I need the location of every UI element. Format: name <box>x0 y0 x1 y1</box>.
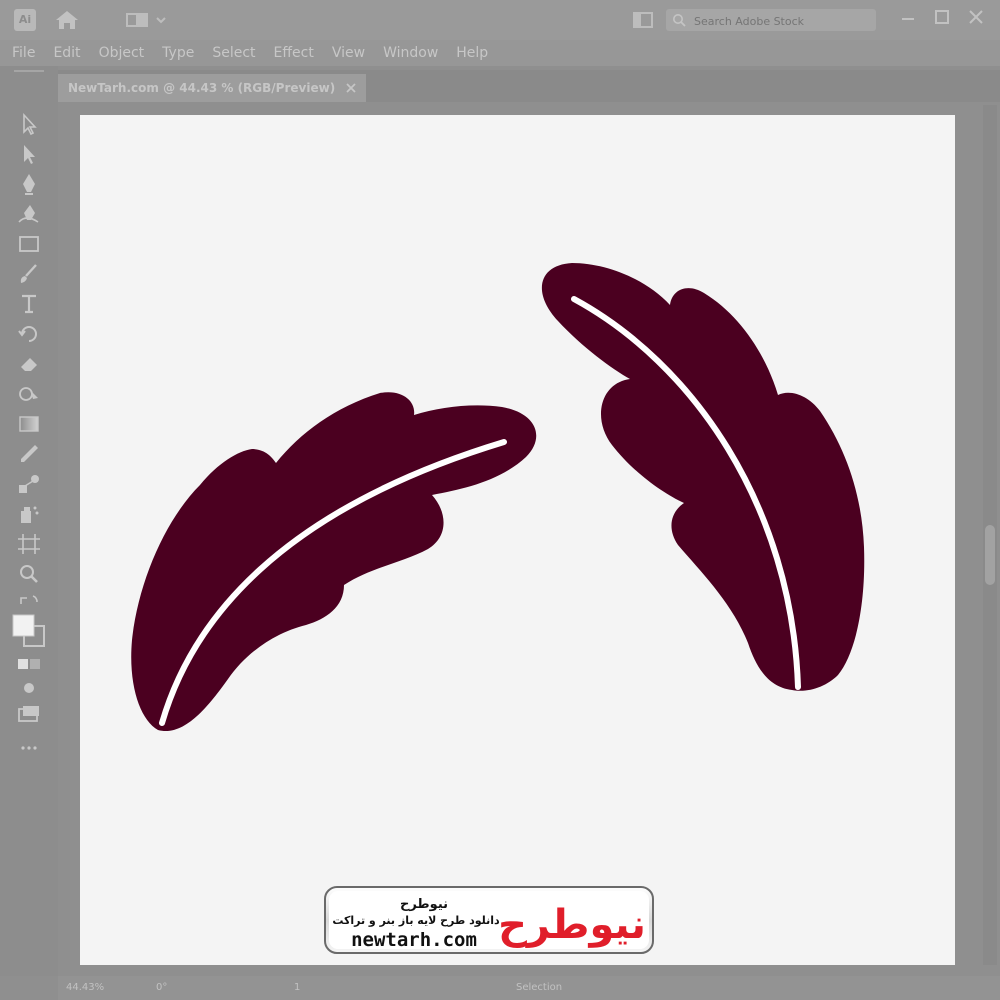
edit-toolbar-icon[interactable] <box>16 736 42 760</box>
watermark-persian-name: نیوطرح <box>400 897 448 912</box>
document-tab-strip: NewTarh.com @ 44.43 % (RGB/Preview) <box>58 70 1000 102</box>
direct-selection-tool-icon[interactable] <box>16 142 42 166</box>
document-tab[interactable]: NewTarh.com @ 44.43 % (RGB/Preview) <box>58 74 366 102</box>
watermark-tagline: دانلود طرح لایه باز بنر و تراکت <box>332 914 500 927</box>
type-tool-icon[interactable] <box>16 292 42 316</box>
document-tab-title: NewTarh.com @ 44.43 % (RGB/Preview) <box>68 81 336 95</box>
eyedropper-tool-icon[interactable] <box>16 442 42 466</box>
artboard-tool-icon[interactable] <box>16 532 42 556</box>
rotate-tool-icon[interactable] <box>16 322 42 346</box>
vertical-scrollbar[interactable] <box>983 105 997 965</box>
newtarh-watermark: نیوطرح دانلود طرح لایه باز بنر و تراکت n… <box>324 886 654 954</box>
watermark-logo: نیوطرح <box>498 902 646 948</box>
zoom-tool-icon[interactable] <box>16 562 42 586</box>
screen-mode-icon[interactable] <box>16 702 42 726</box>
close-tab-icon[interactable] <box>344 80 358 94</box>
eraser-tool-icon[interactable] <box>16 352 42 376</box>
menu-bar: File Edit Object Type Select Effect View… <box>0 40 1000 66</box>
menu-view[interactable]: View <box>332 45 365 61</box>
curvature-tool-icon[interactable] <box>16 202 42 226</box>
blend-tool-icon[interactable] <box>16 472 42 496</box>
fill-stroke-swatches[interactable] <box>12 614 46 648</box>
vertical-scrollbar-thumb[interactable] <box>985 525 995 585</box>
home-icon[interactable] <box>54 9 80 31</box>
maximize-button[interactable] <box>928 6 956 30</box>
menu-select[interactable]: Select <box>212 45 255 61</box>
title-bar: Ai <box>0 0 1000 40</box>
tools-panel <box>0 66 58 976</box>
search-stock-box[interactable] <box>666 9 876 31</box>
right-feather-shape[interactable] <box>541 263 865 691</box>
symbol-sprayer-tool-icon[interactable] <box>16 502 42 526</box>
menu-help[interactable]: Help <box>456 45 488 61</box>
panel-grip[interactable] <box>14 70 44 72</box>
menu-type[interactable]: Type <box>162 45 194 61</box>
menu-object[interactable]: Object <box>99 45 145 61</box>
menu-file[interactable]: File <box>12 45 35 61</box>
feather-artwork[interactable] <box>80 115 955 965</box>
status-bar: 44.43% 0° 1 Selection <box>58 976 1000 1000</box>
zoom-level[interactable]: 44.43% <box>66 982 104 993</box>
search-input[interactable] <box>692 11 874 31</box>
minimize-button[interactable] <box>894 6 922 30</box>
watermark-domain: newtarh.com <box>351 929 477 951</box>
workspace-switcher-icon[interactable] <box>125 11 169 29</box>
swap-colors-icon[interactable] <box>16 590 42 614</box>
app-logo: Ai <box>14 9 36 31</box>
paintbrush-tool-icon[interactable] <box>16 262 42 286</box>
drawing-mode-icon[interactable] <box>16 676 42 700</box>
current-tool-label: Selection <box>516 982 563 993</box>
rotation-value[interactable]: 0° <box>156 982 167 993</box>
menu-edit[interactable]: Edit <box>53 45 80 61</box>
color-mode-icon[interactable] <box>16 652 42 676</box>
menu-effect[interactable]: Effect <box>274 45 314 61</box>
close-window-button[interactable] <box>962 6 990 30</box>
gradient-tool-icon[interactable] <box>16 412 42 436</box>
left-feather-shape[interactable] <box>131 392 537 732</box>
arrange-documents-icon[interactable] <box>632 10 654 30</box>
shape-builder-tool-icon[interactable] <box>16 382 42 406</box>
rectangle-tool-icon[interactable] <box>16 232 42 256</box>
search-icon <box>673 14 686 27</box>
artboard[interactable] <box>80 115 955 965</box>
menu-window[interactable]: Window <box>383 45 438 61</box>
watermark-badge: نیوطرح دانلود طرح لایه باز بنر و تراکت n… <box>324 886 654 954</box>
selection-tool-icon[interactable] <box>16 112 42 136</box>
artboard-number[interactable]: 1 <box>294 982 300 993</box>
pen-tool-icon[interactable] <box>16 172 42 196</box>
